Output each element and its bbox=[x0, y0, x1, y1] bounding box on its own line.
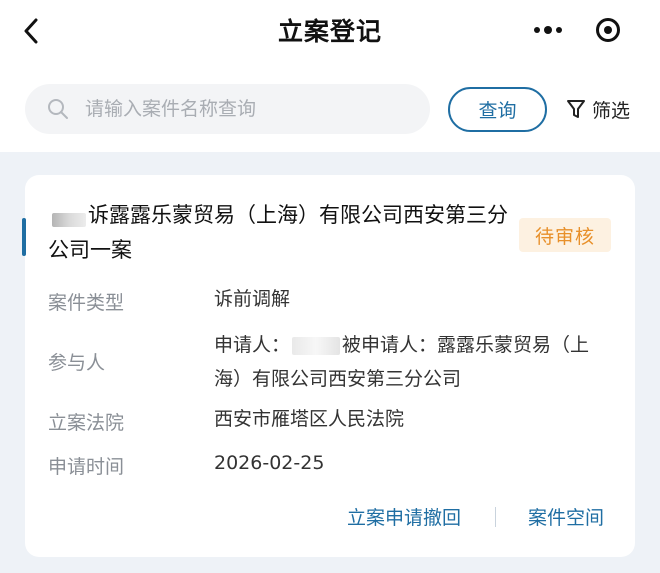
filter-button[interactable]: 筛选 bbox=[566, 94, 630, 124]
case-title: 诉露露乐蒙贸易（上海）有限公司西安第三分公司一案 bbox=[48, 203, 508, 262]
parties-label: 参与人 bbox=[48, 352, 106, 374]
date-label: 申请时间 bbox=[48, 456, 125, 478]
search-input[interactable] bbox=[83, 97, 387, 121]
search-box[interactable] bbox=[25, 84, 430, 134]
redacted-name bbox=[292, 336, 341, 355]
more-dots-icon bbox=[532, 26, 564, 34]
case-space-link[interactable]: 案件空间 bbox=[528, 503, 604, 530]
action-divider bbox=[495, 507, 496, 527]
mini-program-capsule bbox=[518, 12, 638, 48]
close-button[interactable] bbox=[578, 12, 638, 48]
top-bar: 立案登记 bbox=[0, 0, 660, 60]
more-button[interactable] bbox=[518, 12, 578, 48]
withdraw-link[interactable]: 立案申请撤回 bbox=[347, 503, 461, 530]
applicant-prefix: 申请人： bbox=[214, 334, 291, 356]
filter-label: 筛选 bbox=[592, 99, 631, 122]
search-icon bbox=[48, 99, 68, 119]
case-type-value: 诉前调解 bbox=[214, 288, 291, 310]
court-label: 立案法院 bbox=[48, 412, 125, 434]
court-value: 西安市雁塔区人民法院 bbox=[214, 408, 405, 430]
parties-value: 申请人： 被申请人：露露乐蒙贸易（上海）有限公司西安第三分公司 bbox=[214, 328, 614, 396]
filter-icon bbox=[567, 100, 585, 118]
query-button[interactable]: 查询 bbox=[448, 87, 547, 132]
target-circle-icon bbox=[596, 18, 620, 42]
case-type-label: 案件类型 bbox=[48, 292, 125, 314]
card-accent-bar bbox=[22, 218, 26, 256]
search-row: 查询 筛选 bbox=[0, 70, 660, 152]
status-badge: 待审核 bbox=[519, 218, 611, 252]
date-value: 2026-02-25 bbox=[214, 452, 325, 474]
